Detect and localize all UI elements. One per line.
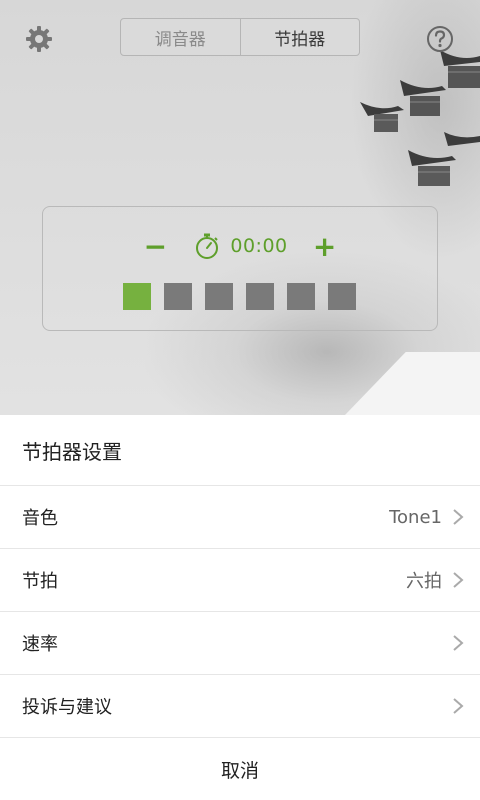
- tempo-controls: − 00:00 +: [43, 229, 437, 263]
- row-label: 投诉与建议: [22, 697, 112, 718]
- help-circle-icon[interactable]: [425, 24, 455, 54]
- timer-display: 00:00: [230, 235, 288, 257]
- settings-row-feedback[interactable]: 投诉与建议: [0, 675, 480, 738]
- pavilion-illustration: [360, 50, 480, 186]
- stopwatch-icon: [196, 233, 219, 259]
- row-label: 速率: [22, 634, 58, 655]
- row-value: 六拍: [406, 571, 442, 592]
- settings-sheet: 节拍器设置 音色 Tone1 节拍 六拍 速率 投诉与建议 取消: [0, 415, 480, 800]
- cancel-button[interactable]: 取消: [0, 738, 480, 800]
- settings-row-tone[interactable]: 音色 Tone1: [0, 486, 480, 549]
- tab-tuner[interactable]: 调音器: [121, 19, 240, 55]
- settings-row-tempo[interactable]: 速率: [0, 612, 480, 675]
- metronome-panel: − 00:00 +: [42, 206, 438, 331]
- mode-tabs: 调音器 节拍器: [120, 18, 360, 56]
- beat-indicator: [287, 283, 315, 310]
- beat-indicator: [164, 283, 192, 310]
- gear-icon[interactable]: [24, 24, 54, 54]
- chevron-right-icon: [453, 635, 464, 651]
- settings-row-beat[interactable]: 节拍 六拍: [0, 549, 480, 612]
- chevron-right-icon: [453, 698, 464, 714]
- increase-button[interactable]: +: [310, 230, 340, 263]
- chevron-right-icon: [453, 509, 464, 525]
- sheet-title: 节拍器设置: [0, 415, 480, 486]
- row-label: 节拍: [22, 571, 58, 592]
- beat-indicator: [328, 283, 356, 310]
- beat-indicator: [205, 283, 233, 310]
- row-value: Tone1: [389, 506, 442, 528]
- beat-indicator: [246, 283, 274, 310]
- beat-indicators: [123, 283, 369, 310]
- row-label: 音色: [22, 508, 58, 529]
- decrease-button[interactable]: −: [140, 230, 170, 263]
- tab-metronome[interactable]: 节拍器: [239, 19, 360, 55]
- beat-indicator-active: [123, 283, 151, 310]
- chevron-right-icon: [453, 572, 464, 588]
